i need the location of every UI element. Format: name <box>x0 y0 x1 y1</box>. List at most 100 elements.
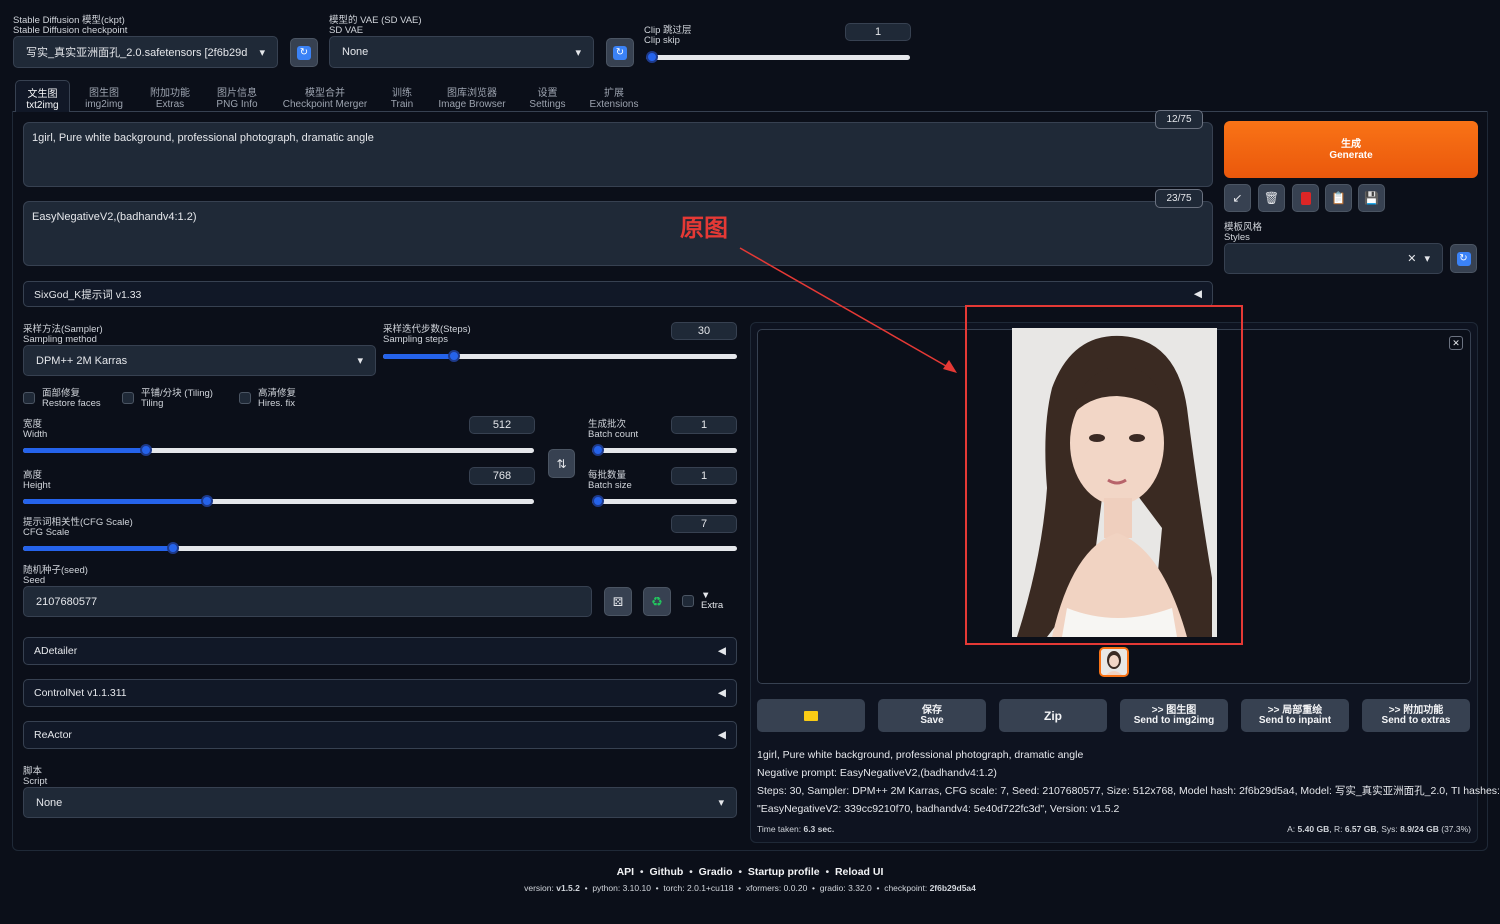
adetailer-accordion[interactable]: ADetailer ◀ <box>23 637 737 665</box>
footer-link-gradio[interactable]: Gradio <box>699 866 733 878</box>
clip-skip-slider[interactable] <box>646 51 910 63</box>
accordion-title: ADetailer <box>34 645 78 657</box>
clear-prompt-button[interactable]: 🗑 <box>1258 184 1285 212</box>
clip-skip-number[interactable]: 1 <box>845 23 911 41</box>
negative-prompt-textarea[interactable]: EasyNegativeV2,(badhandv4:1.2) <box>23 201 1213 266</box>
tab-label-zh: 扩展 <box>604 88 624 99</box>
footer-link-github[interactable]: Github <box>649 866 683 878</box>
height-number[interactable]: 768 <box>469 467 535 485</box>
dice-icon: ⚄ <box>612 594 624 609</box>
clipboard-icon: 📋 <box>1331 191 1346 205</box>
seed-input[interactable]: 2107680577 <box>23 586 592 617</box>
vae-label-en: SD VAE <box>329 25 364 36</box>
tab-txt2img[interactable]: 文生图 txt2img <box>15 80 70 112</box>
open-folder-button[interactable] <box>757 699 865 732</box>
send-to-inpaint-button[interactable]: >> 局部重绘 Send to inpaint <box>1241 699 1349 732</box>
steps-number[interactable]: 30 <box>671 322 737 340</box>
tab-settings[interactable]: 设置 Settings <box>525 88 570 110</box>
footer-link-startup-profile[interactable]: Startup profile <box>748 866 820 878</box>
clear-icon[interactable]: ✕ <box>1407 252 1416 265</box>
slider-handle[interactable] <box>592 444 604 456</box>
slider-handle[interactable] <box>447 350 460 362</box>
width-slider[interactable] <box>23 444 534 456</box>
refresh-icon: ↻ <box>613 45 627 60</box>
sampler-label-en: Sampling method <box>23 334 97 345</box>
cfg-slider[interactable] <box>23 542 737 554</box>
tab-checkpoint-merger[interactable]: 模型合并 Checkpoint Merger <box>280 88 370 110</box>
tab-label-en: Image Browser <box>438 99 506 110</box>
checkpoint-label: Stable Diffusion 模型(ckpt) Stable Diffusi… <box>13 16 127 36</box>
tab-png-info[interactable]: 图片信息 PNG Info <box>210 88 264 110</box>
steps-label-en: Sampling steps <box>383 334 448 345</box>
footer-link-reload-ui[interactable]: Reload UI <box>835 866 883 878</box>
gradio-label: gradio: <box>819 883 846 893</box>
batch-count-slider[interactable] <box>592 444 737 456</box>
seed-label: 随机种子(seed) Seed <box>23 566 88 586</box>
generate-label-zh: 生成 <box>1341 138 1361 150</box>
footer-separator: • <box>822 866 835 878</box>
tab-img2img[interactable]: 图生图 img2img <box>80 88 128 110</box>
tab-train[interactable]: 训练 Train <box>385 88 419 110</box>
tab-extras[interactable]: 附加功能 Extras <box>143 88 197 110</box>
extra-seed-toggle[interactable]: ▼ Extra <box>701 591 723 611</box>
save-button[interactable]: 保存 Save <box>878 699 986 732</box>
apply-style-button[interactable]: 📋 <box>1325 184 1352 212</box>
slider-handle[interactable] <box>646 51 658 63</box>
batch-size-number[interactable]: 1 <box>671 467 737 485</box>
batch-size-label-en: Batch size <box>588 480 632 491</box>
refresh-styles-button[interactable]: ↻ <box>1450 244 1477 273</box>
batch-count-number[interactable]: 1 <box>671 416 737 434</box>
swap-dimensions-button[interactable]: ⇅ <box>548 449 575 478</box>
restore-faces-label: 面部修复 Restore faces <box>42 389 101 409</box>
python-label: python: <box>592 883 621 893</box>
sixgod-accordion[interactable]: SixGod_K提示词 v1.33 ◀ <box>23 281 1213 307</box>
tiling-checkbox[interactable] <box>122 392 134 404</box>
slider-handle[interactable] <box>592 495 604 507</box>
vae-select[interactable]: None ▾ <box>329 36 594 68</box>
slider-fill <box>23 448 146 453</box>
send-to-extras-button[interactable]: >> 附加功能 Send to extras <box>1362 699 1470 732</box>
reuse-seed-button[interactable]: ♻ <box>643 587 671 616</box>
sampler-select[interactable]: DPM++ 2M Karras ▾ <box>23 345 376 376</box>
checkpoint-select[interactable]: 写实_真实亚洲面孔_2.0.safetensors [2f6b29d5 ▾ <box>13 36 278 68</box>
extra-seed-checkbox[interactable] <box>682 595 694 607</box>
generate-button[interactable]: 生成 Generate <box>1224 121 1478 178</box>
width-number[interactable]: 512 <box>469 416 535 434</box>
script-select[interactable]: None ▾ <box>23 787 737 818</box>
send-to-img2img-button[interactable]: >> 图生图 Send to img2img <box>1120 699 1228 732</box>
prompt-textarea[interactable]: 1girl, Pure white background, profession… <box>23 122 1213 187</box>
footer-link-api[interactable]: API <box>617 866 635 878</box>
controlnet-accordion[interactable]: ControlNet v1.1.311 ◀ <box>23 679 737 707</box>
mem-sys-label: Sys: <box>1381 824 1398 834</box>
steps-slider[interactable] <box>383 350 737 362</box>
tab-image-browser[interactable]: 图库浏览器 Image Browser <box>435 88 509 110</box>
hires-fix-checkbox[interactable] <box>239 392 251 404</box>
close-preview-button[interactable]: ✕ <box>1449 336 1463 350</box>
clip-skip-label-en: Clip skip <box>644 35 680 46</box>
tab-extensions[interactable]: 扩展 Extensions <box>587 88 641 110</box>
refresh-checkpoint-button[interactable]: ↻ <box>290 38 318 67</box>
styles-select[interactable]: ✕ ▾ <box>1224 243 1443 274</box>
restore-faces-checkbox[interactable] <box>23 392 35 404</box>
thumbnail-illustration <box>1101 649 1127 675</box>
slider-fill <box>23 499 207 504</box>
tab-label-en: Extras <box>155 99 185 110</box>
accordion-title: SixGod_K提示词 v1.33 <box>34 288 142 301</box>
cfg-number[interactable]: 7 <box>671 515 737 533</box>
slider-handle[interactable] <box>166 542 179 554</box>
read-params-button[interactable]: ↙ <box>1224 184 1251 212</box>
extra-networks-button[interactable] <box>1292 184 1319 212</box>
height-slider[interactable] <box>23 495 534 507</box>
slider-handle[interactable] <box>200 495 213 507</box>
batch-size-slider[interactable] <box>592 495 737 507</box>
mem-a-label: A: <box>1287 824 1296 834</box>
save-style-button[interactable]: 💾 <box>1358 184 1385 212</box>
reactor-accordion[interactable]: ReActor ◀ <box>23 721 737 749</box>
cfg-label: 提示词相关性(CFG Scale) CFG Scale <box>23 518 133 538</box>
prompt-token-counter: 12/75 <box>1155 110 1203 129</box>
refresh-vae-button[interactable]: ↻ <box>606 38 634 67</box>
random-seed-button[interactable]: ⚄ <box>604 587 632 616</box>
gallery-thumbnail[interactable] <box>1099 647 1129 677</box>
zip-button[interactable]: Zip <box>999 699 1107 732</box>
slider-handle[interactable] <box>139 444 152 456</box>
